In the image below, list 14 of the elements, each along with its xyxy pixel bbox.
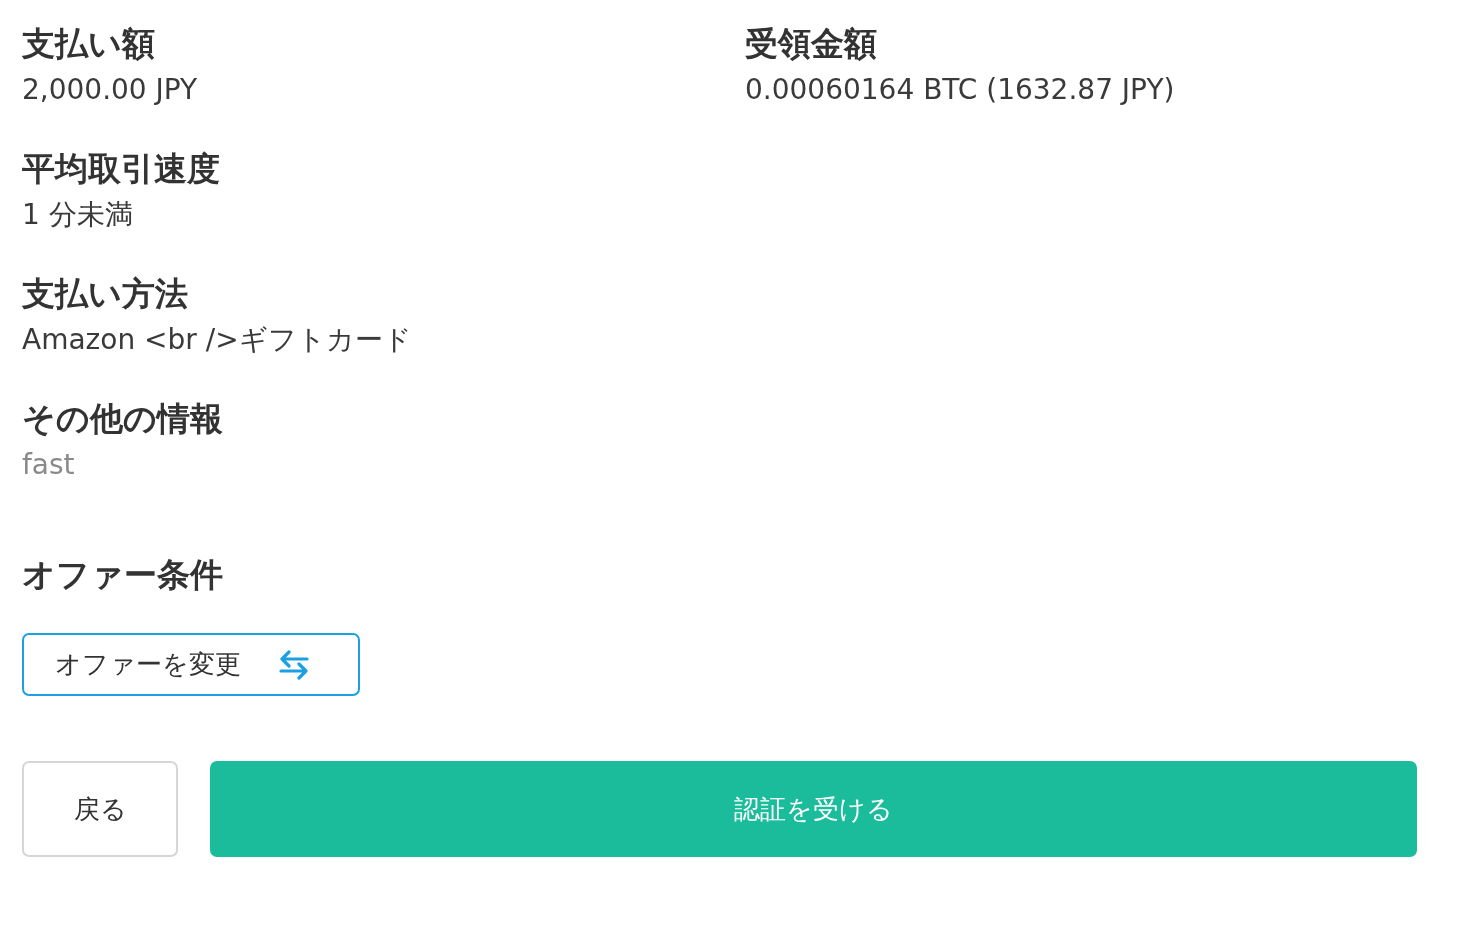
field-value: 1 分未満: [22, 197, 133, 233]
field-label: その他の情報: [22, 398, 223, 440]
section-title: オファー条件: [22, 554, 223, 596]
field-label: 支払い額: [22, 23, 155, 65]
field-label: 受領金額: [745, 23, 877, 65]
field-label: 平均取引速度: [22, 148, 220, 190]
change-offer-button[interactable]: オファーを変更: [22, 633, 360, 696]
field-value: 2,000.00 JPY: [22, 72, 198, 108]
swap-arrows-icon: [279, 649, 309, 680]
field-label: 支払い方法: [22, 273, 188, 315]
note-text: fast: [22, 447, 75, 483]
field-value: Amazon <br />ギフトカード: [22, 322, 412, 358]
field-value: 0.00060164 BTC (1632.87 JPY): [745, 72, 1175, 108]
back-button[interactable]: 戻る: [22, 761, 178, 857]
